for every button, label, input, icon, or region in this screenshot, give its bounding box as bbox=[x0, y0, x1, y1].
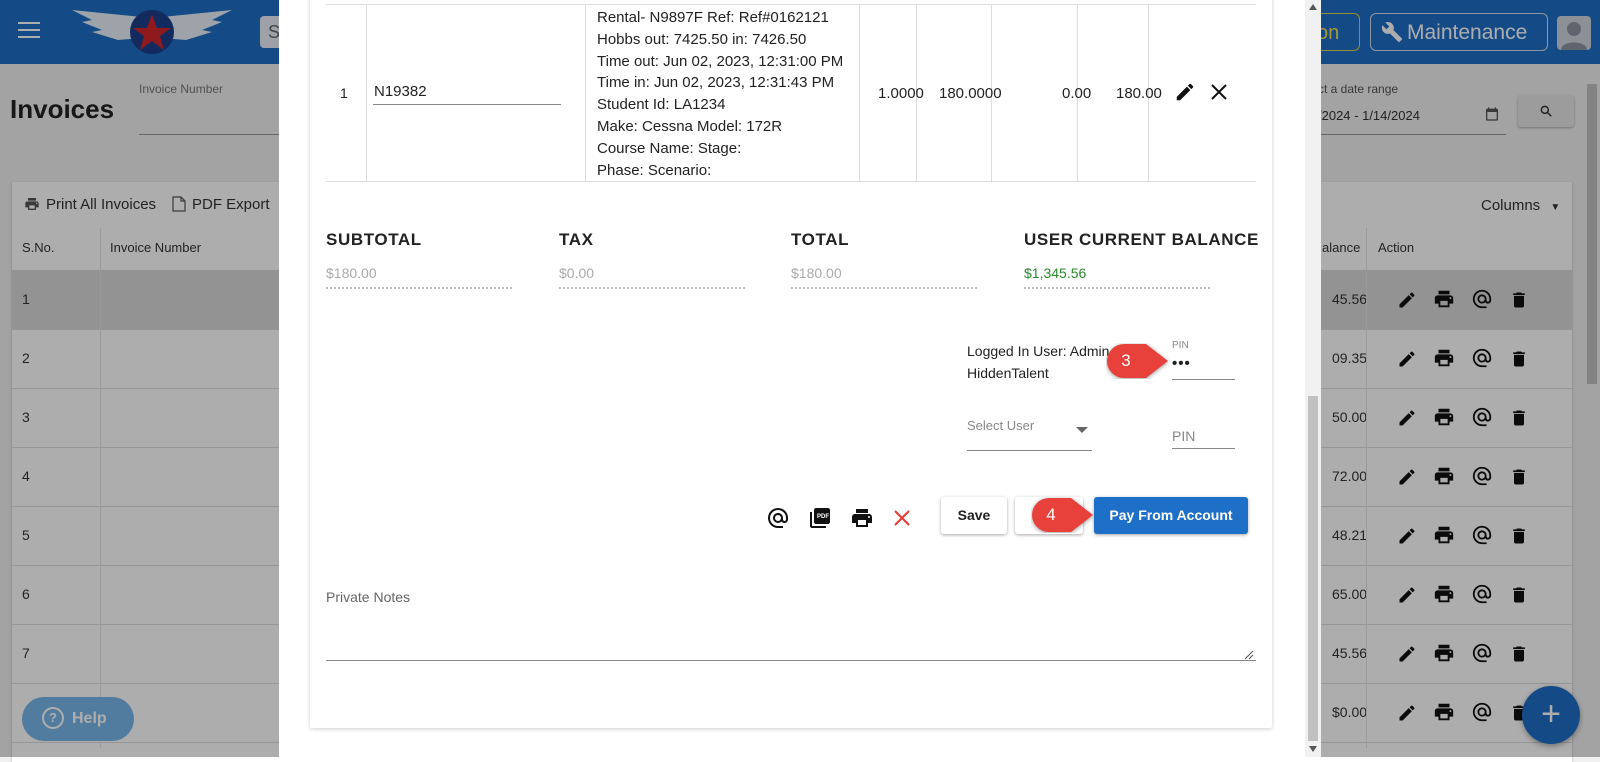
line-quantity: 1.0000 bbox=[878, 85, 924, 102]
tax-value: $0.00 bbox=[559, 265, 595, 281]
step-4-callout: 4 bbox=[1031, 497, 1095, 533]
save-button[interactable]: Save bbox=[941, 497, 1007, 534]
select-user-underline bbox=[967, 450, 1092, 451]
modal-scrollbar[interactable] bbox=[1305, 0, 1321, 757]
desc-line: Phase: Scenario: bbox=[597, 161, 712, 179]
pay-from-account-button[interactable]: Pay From Account bbox=[1094, 497, 1248, 534]
pin-underline bbox=[1172, 379, 1235, 380]
caret-down-icon[interactable] bbox=[1076, 427, 1088, 433]
desc-line: Student Id: LA1234 bbox=[597, 96, 726, 114]
remove-line-icon[interactable] bbox=[1210, 83, 1228, 104]
line-discount: 0.00 bbox=[1062, 85, 1092, 102]
step-3-number: 3 bbox=[1121, 351, 1131, 370]
select-user-dropdown[interactable]: Select User bbox=[967, 418, 1034, 433]
logged-in-user: Logged In User: Admin HiddenTalent bbox=[967, 341, 1109, 384]
logged-in-line: HiddenTalent bbox=[967, 364, 1049, 381]
user-balance-label: USER CURRENT BALANCE bbox=[1024, 230, 1259, 249]
total-label: TOTAL bbox=[791, 230, 850, 249]
desc-line: Rental- N9897F Ref: Ref#0162121 bbox=[597, 9, 829, 26]
print-icon[interactable] bbox=[850, 506, 874, 535]
aircraft-tail-input[interactable]: N19382 bbox=[374, 83, 427, 100]
tax-underline bbox=[559, 287, 745, 289]
step-4-number: 4 bbox=[1046, 505, 1056, 524]
cancel-icon[interactable] bbox=[892, 508, 912, 533]
subtotal-underline bbox=[326, 287, 512, 289]
svg-text:PDF: PDF bbox=[817, 514, 829, 520]
aircraft-tail-underline bbox=[373, 104, 561, 105]
total-underline bbox=[791, 287, 977, 289]
step-3-callout: 3 bbox=[1106, 343, 1170, 379]
desc-line: Time out: Jun 02, 2023, 12:31:00 PM bbox=[597, 52, 844, 70]
pin-input[interactable]: ••• bbox=[1172, 355, 1191, 372]
tax-label: TAX bbox=[559, 230, 594, 249]
line-number: 1 bbox=[340, 85, 348, 101]
desc-line: Course Name: Stage: bbox=[597, 139, 742, 157]
user-balance-value: $1,345.56 bbox=[1024, 265, 1087, 281]
second-pin-input[interactable]: PIN bbox=[1172, 428, 1195, 444]
resize-handle-icon[interactable] bbox=[1244, 647, 1254, 665]
subtotal-value: $180.00 bbox=[326, 265, 377, 281]
desc-line: Hobbs out: 7425.50 in: 7426.50 bbox=[597, 30, 807, 48]
subtotal-label: SUBTOTAL bbox=[326, 230, 422, 249]
second-pin-underline bbox=[1172, 448, 1235, 449]
email-icon[interactable] bbox=[766, 506, 790, 535]
line-amount: 180.00 bbox=[1116, 85, 1162, 102]
desc-line: Time in: Jun 02, 2023, 12:31:43 PM bbox=[597, 74, 835, 92]
line-rate: 180.0000 bbox=[939, 85, 1002, 102]
private-notes-textarea[interactable] bbox=[326, 660, 1256, 661]
logged-in-line: Logged In User: Admin bbox=[967, 343, 1110, 359]
line-item-row: 1 N19382 Rental- N9897F Ref: Ref#0162121… bbox=[326, 4, 1256, 182]
desc-line: Make: Cessna Model: 172R bbox=[597, 117, 783, 135]
total-value: $180.00 bbox=[791, 265, 842, 281]
edit-line-icon[interactable] bbox=[1174, 81, 1196, 106]
user-balance-underline bbox=[1024, 287, 1210, 289]
line-description: Rental- N9897F Ref: Ref#0162121 Hobbs ou… bbox=[597, 7, 843, 181]
pin-label: PIN bbox=[1172, 340, 1189, 351]
private-notes-label: Private Notes bbox=[326, 589, 411, 605]
pdf-icon[interactable]: PDF bbox=[808, 506, 832, 535]
